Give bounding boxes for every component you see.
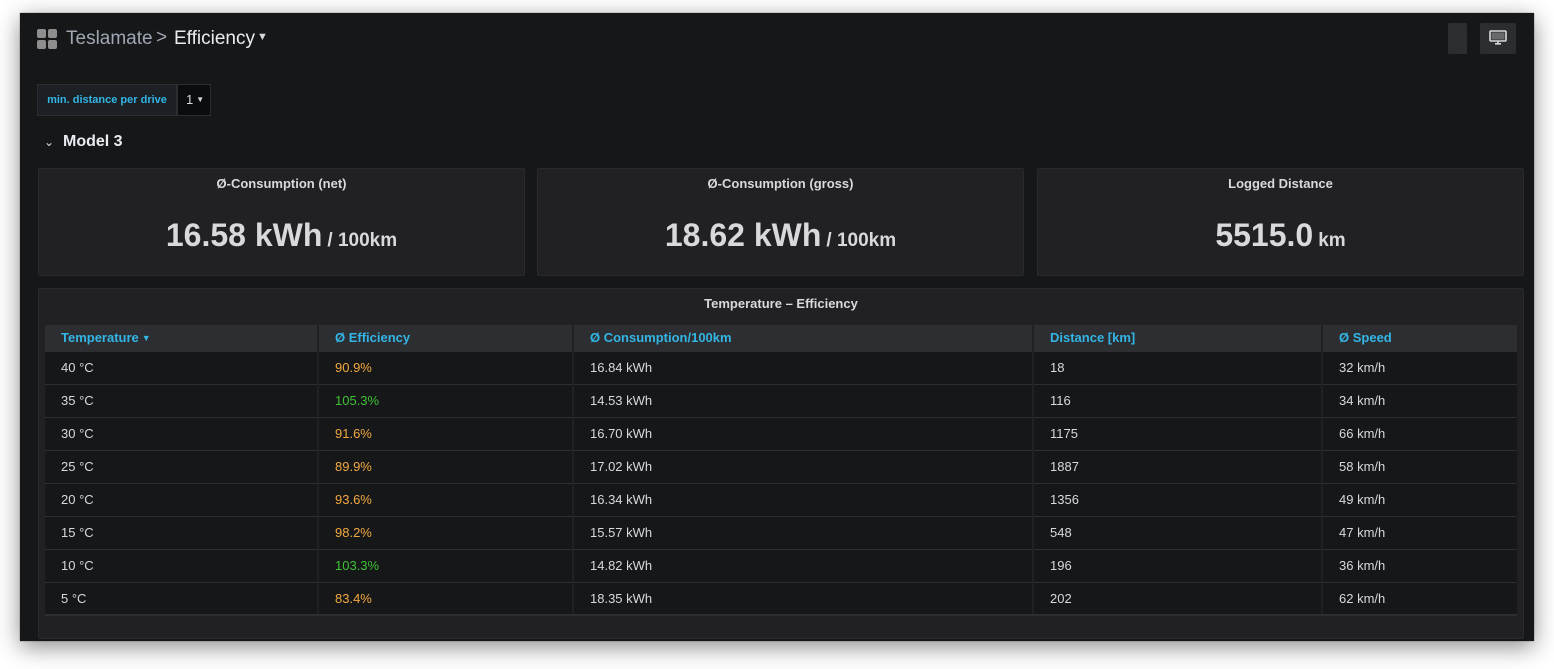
table-row: 30 °C 91.6% 16.70 kWh 1175 66 km/h: [45, 416, 1517, 450]
cell-consumption: 16.84 kWh: [573, 350, 1034, 384]
cell-consumption: 14.82 kWh: [573, 548, 1034, 582]
cell-temperature: 30 °C: [45, 416, 319, 450]
cell-temperature: 20 °C: [45, 482, 319, 516]
navbar-button[interactable]: [1448, 23, 1467, 54]
cell-consumption: 16.70 kWh: [573, 416, 1034, 450]
cell-temperature: 5 °C: [45, 581, 319, 616]
cell-consumption: 16.34 kWh: [573, 482, 1034, 516]
stat-number: 18.62 kWh: [664, 217, 822, 253]
cell-distance: 116: [1033, 383, 1323, 417]
table-row: 40 °C 90.9% 16.84 kWh 18 32 km/h: [45, 350, 1517, 384]
cell-temperature: 25 °C: [45, 449, 319, 483]
table-body: 40 °C 90.9% 16.84 kWh 18 32 km/h 35 °C 105.3% 1…: [45, 350, 1517, 616]
tv-mode-button[interactable]: [1480, 23, 1516, 54]
table-row: 25 °C 89.9% 17.02 kWh 1887 58 km/h: [45, 449, 1517, 483]
cell-efficiency: 105.3%: [318, 383, 574, 417]
variable-label: min. distance per drive: [37, 84, 177, 116]
table-row: 35 °C 105.3% 14.53 kWh 116 34 km/h: [45, 383, 1517, 417]
table-panel: Temperature – Efficiency Temperature ▼ Ø …: [38, 288, 1524, 639]
table-row: 10 °C 103.3% 14.82 kWh 196 36 km/h: [45, 548, 1517, 582]
cell-consumption: 17.02 kWh: [573, 449, 1034, 483]
cell-consumption: 15.57 kWh: [573, 515, 1034, 549]
navbar: Teslamate > Efficiency ▼: [20, 13, 1534, 65]
row-title[interactable]: Model 3: [63, 133, 123, 151]
stat-unit: km: [1318, 230, 1346, 251]
cell-distance: 1356: [1033, 482, 1323, 516]
stat-panel-consumption-net: Ø-Consumption (net) 16.58 kWh/ 100km: [38, 168, 525, 276]
chevron-down-icon[interactable]: ▼: [257, 31, 268, 43]
cell-speed: 36 km/h: [1322, 548, 1517, 582]
cell-temperature: 10 °C: [45, 548, 319, 582]
cell-efficiency: 83.4%: [318, 581, 574, 616]
panel-title[interactable]: Ø-Consumption (net): [39, 176, 524, 191]
table-row: 15 °C 98.2% 15.57 kWh 548 47 km/h: [45, 515, 1517, 549]
panel-title[interactable]: Logged Distance: [1038, 176, 1523, 191]
cell-distance: 202: [1033, 581, 1323, 616]
cell-temperature: 15 °C: [45, 515, 319, 549]
cell-distance: 196: [1033, 548, 1323, 582]
apps-icon[interactable]: [37, 29, 57, 49]
table-row: 20 °C 93.6% 16.34 kWh 1356 49 km/h: [45, 482, 1517, 516]
variable-value: 1: [186, 92, 194, 107]
cell-consumption: 14.53 kWh: [573, 383, 1034, 417]
chevron-down-icon: ▼: [196, 95, 205, 104]
column-header-distance[interactable]: Distance [km]: [1033, 325, 1323, 351]
stat-value: 18.62 kWh/ 100km: [538, 217, 1023, 254]
cell-speed: 32 km/h: [1322, 350, 1517, 384]
cell-efficiency: 98.2%: [318, 515, 574, 549]
cell-consumption: 18.35 kWh: [573, 581, 1034, 616]
cell-distance: 1175: [1033, 416, 1323, 450]
cell-efficiency: 89.9%: [318, 449, 574, 483]
stat-value: 16.58 kWh/ 100km: [39, 217, 524, 254]
cell-distance: 1887: [1033, 449, 1323, 483]
variable-dropdown[interactable]: 1 ▼: [177, 84, 211, 116]
cell-speed: 47 km/h: [1322, 515, 1517, 549]
row-collapse-icon[interactable]: ⌄: [44, 135, 54, 149]
monitor-icon: [1489, 30, 1507, 45]
stat-number: 16.58 kWh: [165, 217, 323, 253]
cell-speed: 66 km/h: [1322, 416, 1517, 450]
stat-number: 5515.0: [1215, 217, 1314, 253]
cell-speed: 58 km/h: [1322, 449, 1517, 483]
column-header-efficiency[interactable]: Ø Efficiency: [318, 325, 574, 351]
column-header-consumption[interactable]: Ø Consumption/100km: [573, 325, 1034, 351]
cell-efficiency: 103.3%: [318, 548, 574, 582]
table-row: 5 °C 83.4% 18.35 kWh 202 62 km/h: [45, 581, 1517, 616]
efficiency-table: Temperature ▼ Ø Efficiency Ø Consumption/…: [45, 325, 1517, 616]
cell-temperature: 35 °C: [45, 383, 319, 417]
cell-distance: 18: [1033, 350, 1323, 384]
cell-distance: 548: [1033, 515, 1323, 549]
column-header-speed[interactable]: Ø Speed: [1322, 325, 1517, 351]
panel-title[interactable]: Temperature – Efficiency: [39, 296, 1523, 311]
cell-speed: 49 km/h: [1322, 482, 1517, 516]
stat-value: 5515.0 km: [1038, 217, 1523, 254]
cell-efficiency: 93.6%: [318, 482, 574, 516]
cell-temperature: 40 °C: [45, 350, 319, 384]
breadcrumb-folder[interactable]: Teslamate: [66, 28, 153, 50]
dashboard-window: Teslamate > Efficiency ▼ min. distance p…: [20, 13, 1534, 641]
stat-panel-consumption-gross: Ø-Consumption (gross) 18.62 kWh/ 100km: [537, 168, 1024, 276]
stat-unit: / 100km: [826, 230, 897, 251]
panel-title[interactable]: Ø-Consumption (gross): [538, 176, 1023, 191]
sort-desc-icon: ▼: [141, 333, 151, 344]
cell-speed: 62 km/h: [1322, 581, 1517, 616]
cell-efficiency: 91.6%: [318, 416, 574, 450]
cell-efficiency: 90.9%: [318, 350, 574, 384]
stat-unit: / 100km: [327, 230, 398, 251]
stat-panel-logged-distance: Logged Distance 5515.0 km: [1037, 168, 1524, 276]
breadcrumb-separator: >: [156, 27, 168, 48]
table-header-row: Temperature ▼ Ø Efficiency Ø Consumption/…: [45, 325, 1517, 351]
cell-speed: 34 km/h: [1322, 383, 1517, 417]
column-header-temperature[interactable]: Temperature ▼: [45, 325, 319, 351]
dashboard-title[interactable]: Efficiency: [174, 28, 255, 50]
